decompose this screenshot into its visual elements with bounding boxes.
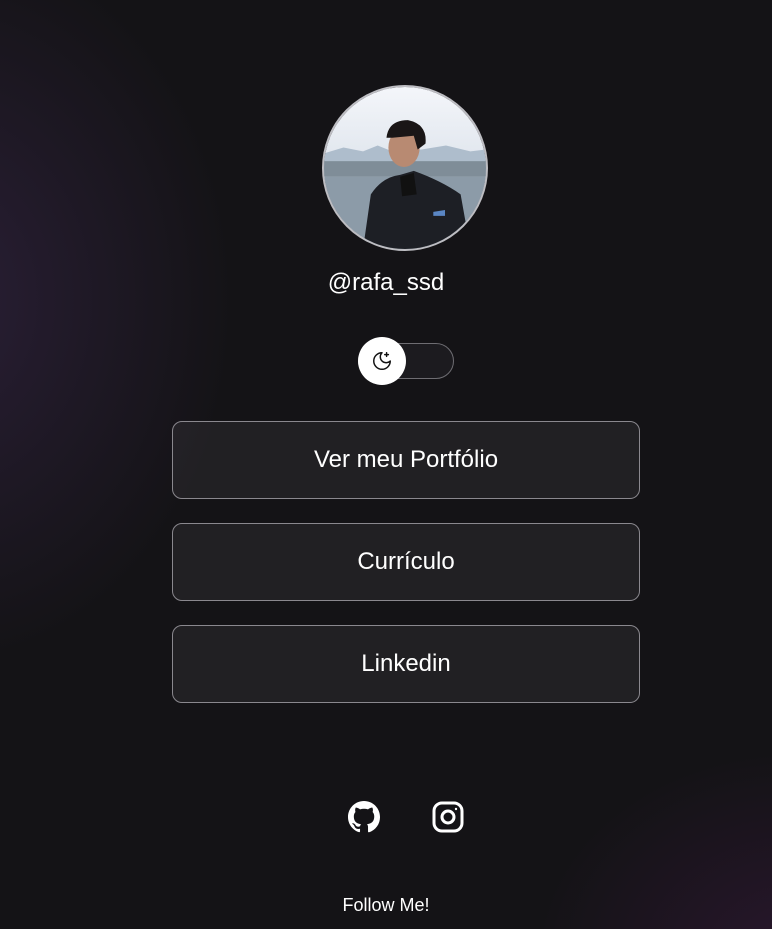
follow-me-text: Follow Me! [342,895,430,915]
github-icon[interactable] [348,801,381,833]
instagram-icon[interactable] [432,801,464,833]
portfolio-button[interactable]: Ver meu Portfólio [172,421,640,499]
linkedin-button[interactable]: Linkedin [172,625,640,703]
profile-photo [324,87,486,249]
toggle-knob[interactable] [358,337,406,385]
curriculo-button[interactable]: Currículo [172,523,640,601]
avatar [322,85,488,251]
theme-toggle[interactable] [358,337,454,385]
profile-handle: @rafa_ssd [327,269,445,296]
moon-stars-icon [373,352,391,370]
